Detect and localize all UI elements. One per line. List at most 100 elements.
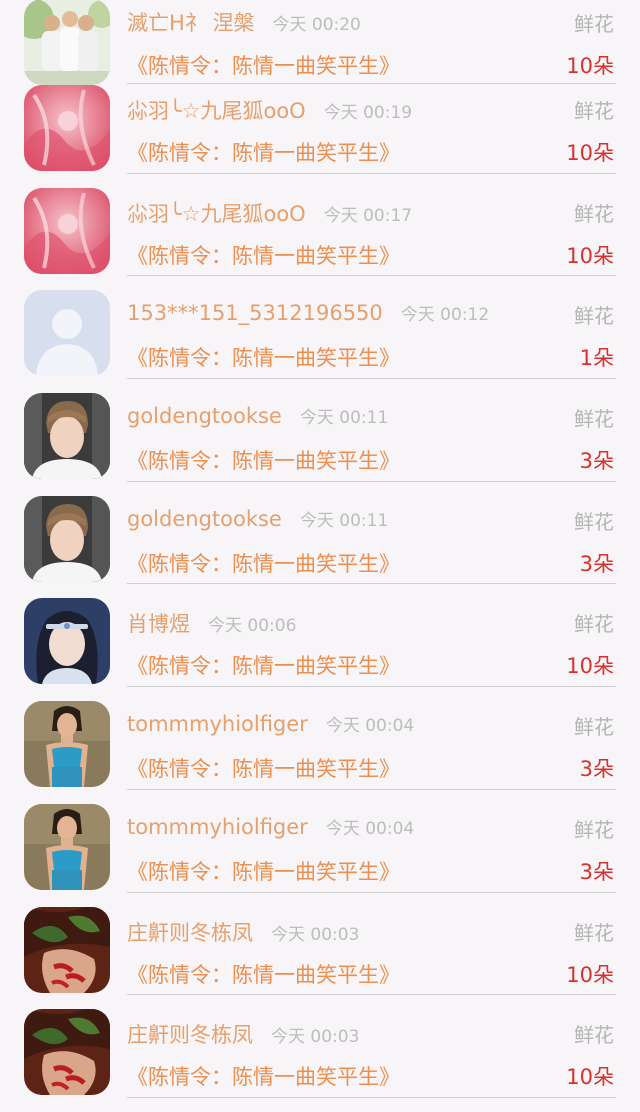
gift-count: 3朵: [579, 449, 614, 474]
gift-count: 10朵: [566, 243, 614, 268]
user-name-text[interactable]: 庄鼾则冬栋凤: [127, 921, 253, 945]
user-name[interactable]: 尛羽╰☆九尾狐ooO 今天 00:19: [127, 95, 412, 125]
user-name-text[interactable]: 庄鼾则冬栋凤: [127, 1023, 253, 1047]
user-avatar[interactable]: [24, 187, 110, 274]
user-name[interactable]: 滅亡H礻 涅槃 今天 00:20: [127, 7, 361, 37]
gift-type-label: 鲜花: [574, 1023, 614, 1048]
user-avatar[interactable]: [24, 0, 110, 85]
user-avatar[interactable]: [24, 85, 110, 171]
gift-type-label: 鲜花: [574, 715, 614, 740]
gift-type-label: 鲜花: [574, 509, 614, 534]
user-avatar[interactable]: [24, 393, 110, 480]
work-title-link[interactable]: 《陈情令：陈情一曲笑平生》: [127, 753, 400, 783]
list-item[interactable]: 庄鼾则冬栋凤 今天 00:03 鲜花《陈情令：陈情一曲笑平生》 10朵: [0, 906, 640, 1010]
timestamp: 今天 00:11: [299, 408, 389, 429]
list-item[interactable]: 肖博煜 今天 00:06 鲜花《陈情令：陈情一曲笑平生》 10朵: [0, 598, 640, 701]
user-name-text[interactable]: tommmyhiolfiger: [127, 815, 308, 839]
user-name[interactable]: 153***151_5312196550 今天 00:12: [127, 300, 489, 325]
user-name[interactable]: 庄鼾则冬栋凤 今天 00:03: [127, 917, 359, 947]
gift-count: 10朵: [566, 962, 614, 987]
timestamp: 今天 00:04: [325, 716, 415, 737]
gift-list: 滅亡H礻 涅槃 今天 00:20 鲜花 《陈情令：陈情一曲笑平生》 10朵 尛羽╰☆九尾…: [0, 0, 640, 1112]
gift-type-label: 鲜花: [574, 201, 614, 226]
gift-type-label: 鲜花: [574, 612, 614, 637]
timestamp: 今天 00:04: [325, 818, 415, 839]
timestamp: 今天 00:03: [271, 924, 360, 945]
timestamp: 今天 00:03: [271, 1027, 360, 1048]
row-divider: [127, 172, 616, 174]
user-avatar[interactable]: [24, 803, 110, 890]
gift-type-label: 鲜花: [574, 304, 614, 329]
row-divider: [127, 891, 616, 893]
user-name-text[interactable]: goldengtookse: [127, 507, 282, 531]
timestamp: 今天 00:17: [323, 205, 413, 226]
gift-count: 3朵: [579, 551, 614, 576]
user-name[interactable]: goldengtookse 今天 00:11: [127, 403, 388, 428]
timestamp: 今天 00:19: [323, 103, 413, 123]
work-title-link[interactable]: 《陈情令：陈情一曲笑平生》: [127, 445, 400, 475]
gift-type-label: 鲜花: [574, 920, 614, 945]
gift-type-label: 鲜花: [574, 407, 614, 432]
work-title-link[interactable]: 《陈情令：陈情一曲笑平生》: [127, 548, 400, 578]
gift-type-label: 鲜花: [574, 817, 614, 842]
gift-count: 10朵: [566, 1065, 614, 1090]
user-name-text[interactable]: goldengtookse: [127, 404, 282, 428]
list-item[interactable]: 庄鼾则冬栋凤 今天 00:03 鲜花《陈情令：陈情一曲笑平生》 10朵: [0, 1009, 640, 1112]
row-divider: [127, 83, 616, 84]
user-avatar[interactable]: [24, 290, 110, 377]
timestamp: 今天 00:11: [299, 510, 389, 531]
list-item[interactable]: 滅亡H礻 涅槃 今天 00:20 鲜花《陈情令：陈情一曲笑平生》 10朵: [0, 0, 640, 85]
row-divider: [127, 686, 616, 688]
work-title-link[interactable]: 《陈情令：陈情一曲笑平生》: [127, 959, 400, 989]
gift-type-label: 鲜花: [574, 99, 614, 123]
work-title-link[interactable]: 《陈情令：陈情一曲笑平生》: [127, 240, 400, 270]
work-title-link[interactable]: 《陈情令：陈情一曲笑平生》: [127, 650, 400, 680]
user-name[interactable]: 肖博煜 今天 00:06: [127, 608, 296, 638]
row-divider: [127, 378, 616, 380]
row-divider: [127, 994, 616, 996]
user-avatar[interactable]: [24, 1009, 110, 1096]
gift-count: 10朵: [566, 654, 614, 679]
row-divider: [127, 1096, 616, 1098]
row-divider: [127, 788, 616, 790]
user-name-text[interactable]: 尛羽╰☆九尾狐ooO: [127, 202, 306, 226]
gift-count: 3朵: [579, 757, 614, 782]
gift-type-label: 鲜花: [574, 12, 614, 36]
list-item[interactable]: 尛羽╰☆九尾狐ooO 今天 00:19 鲜花《陈情令：陈情一曲笑平生》 10朵: [0, 85, 640, 188]
gift-count: 10朵: [566, 141, 614, 165]
user-name-text[interactable]: 肖博煜: [127, 612, 190, 636]
user-name[interactable]: goldengtookse 今天 00:11: [127, 506, 388, 531]
work-title-link[interactable]: 《陈情令：陈情一曲笑平生》: [127, 50, 400, 80]
timestamp: 今天 00:12: [400, 305, 490, 326]
work-title-link[interactable]: 《陈情令：陈情一曲笑平生》: [127, 1061, 400, 1091]
list-item[interactable]: tommmyhiolfiger 今天 00:04 鲜花《陈情令：陈情一曲笑平生》 3朵: [0, 701, 640, 804]
work-title-link[interactable]: 《陈情令：陈情一曲笑平生》: [127, 137, 400, 167]
list-item[interactable]: tommmyhiolfiger 今天 00:04 鲜花《陈情令：陈情一曲笑平生》 3朵: [0, 803, 640, 907]
user-name-text[interactable]: 153***151_5312196550: [127, 301, 383, 325]
list-item[interactable]: 153***151_5312196550 今天 00:12 鲜花《陈情令：陈情一曲笑…: [0, 290, 640, 393]
user-name[interactable]: tommmyhiolfiger 今天 00:04: [127, 814, 414, 839]
user-avatar[interactable]: [24, 701, 110, 788]
list-item[interactable]: 尛羽╰☆九尾狐ooO 今天 00:17 鲜花《陈情令：陈情一曲笑平生》 10朵: [0, 187, 640, 291]
user-name-text[interactable]: 滅亡H礻 涅槃: [127, 11, 254, 35]
user-avatar[interactable]: [24, 495, 110, 582]
gift-count: 10朵: [566, 54, 614, 78]
row-divider: [127, 275, 616, 277]
user-avatar[interactable]: [24, 906, 110, 993]
user-name-text[interactable]: tommmyhiolfiger: [127, 712, 308, 736]
gift-count: 1朵: [579, 346, 614, 371]
work-title-link[interactable]: 《陈情令：陈情一曲笑平生》: [127, 342, 400, 372]
user-avatar[interactable]: [24, 598, 110, 685]
gift-count: 3朵: [579, 859, 614, 884]
row-divider: [127, 583, 616, 585]
user-name[interactable]: 尛羽╰☆九尾狐ooO 今天 00:17: [127, 198, 412, 228]
row-divider: [127, 480, 616, 482]
list-item[interactable]: goldengtookse 今天 00:11 鲜花《陈情令：陈情一曲笑平生》 3朵: [0, 495, 640, 599]
timestamp: 今天 00:06: [208, 616, 297, 637]
work-title-link[interactable]: 《陈情令：陈情一曲笑平生》: [127, 856, 400, 886]
user-name[interactable]: tommmyhiolfiger 今天 00:04: [127, 711, 414, 736]
timestamp: 今天 00:20: [272, 15, 361, 35]
user-name[interactable]: 庄鼾则冬栋凤 今天 00:03: [127, 1019, 359, 1049]
list-item[interactable]: goldengtookse 今天 00:11 鲜花《陈情令：陈情一曲笑平生》 3朵: [0, 393, 640, 496]
user-name-text[interactable]: 尛羽╰☆九尾狐ooO: [127, 99, 306, 123]
